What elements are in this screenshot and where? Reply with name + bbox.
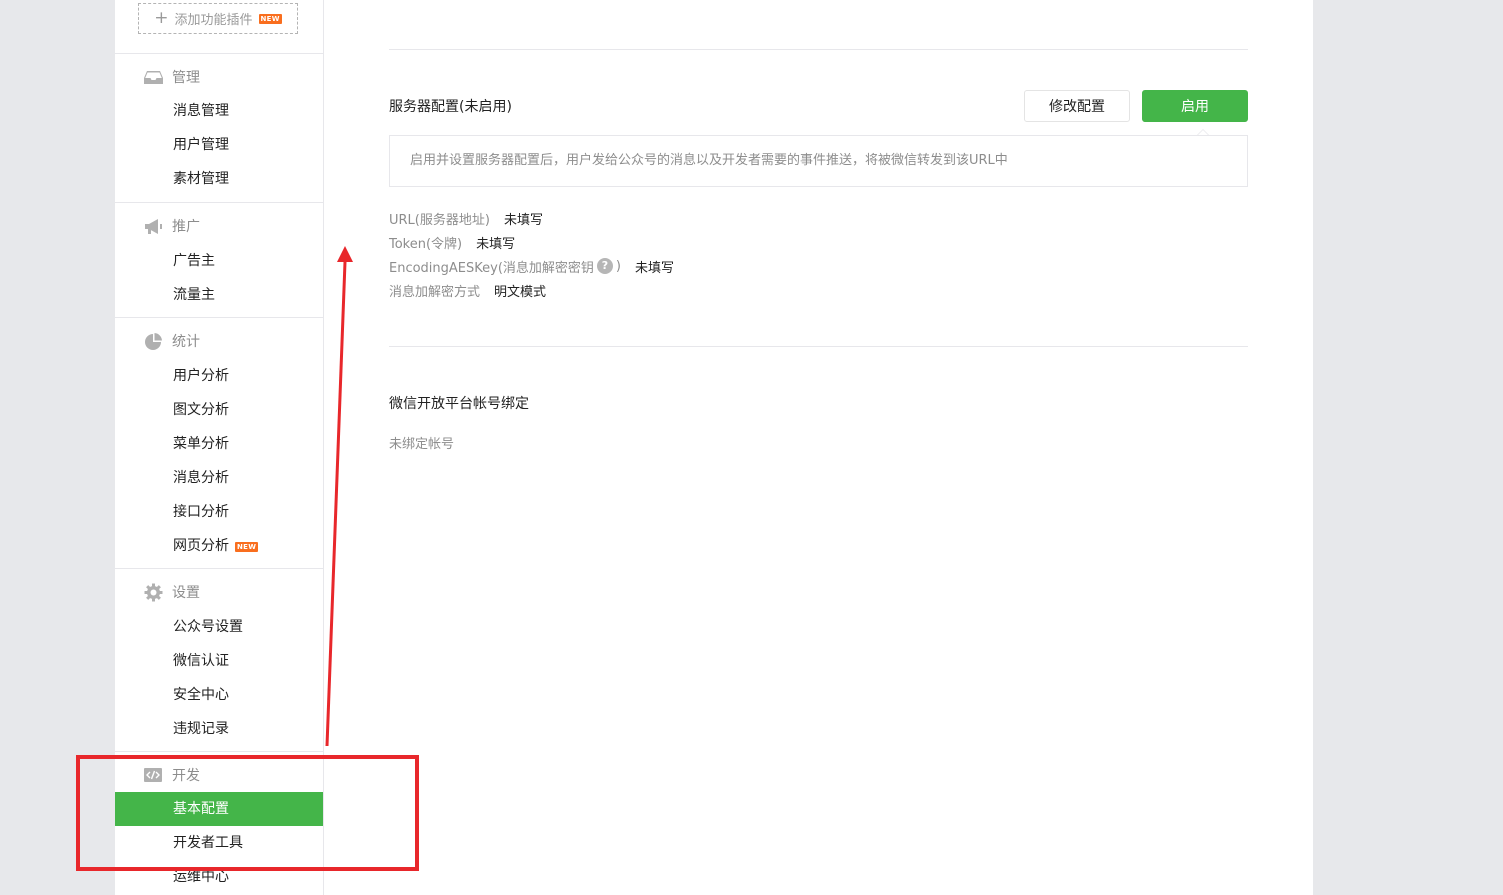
field-encoding-aes-key: EncodingAESKey(消息加解密密钥 ? ) 未填写 [389, 256, 674, 276]
sidebar-item-user-management[interactable]: 用户管理 [115, 128, 323, 162]
add-plugin-label: 添加功能插件 [174, 13, 253, 28]
nav-group-title: 设置 [172, 585, 200, 601]
server-config-tip: 启用并设置服务器配置后，用户发给公众号的消息以及开发者需要的事件推送，将被微信转… [389, 135, 1248, 187]
sidebar-item-web-analysis[interactable]: 网页分析 NEW [115, 529, 323, 563]
new-badge: NEW [258, 13, 282, 24]
sidebar-divider [115, 568, 323, 569]
sidebar-item-security-center[interactable]: 安全中心 [115, 678, 323, 712]
field-label: 消息加解密方式 [389, 284, 481, 300]
nav-group-title: 推广 [172, 219, 200, 235]
sidebar-divider [115, 317, 323, 318]
enable-button[interactable]: 启用 [1142, 90, 1248, 122]
server-config-title: 服务器配置(未启用) [389, 99, 512, 115]
nav-group-title: 管理 [172, 70, 200, 86]
sidebar-item-wechat-verification[interactable]: 微信认证 [115, 644, 323, 678]
sidebar-divider [115, 202, 323, 203]
field-encryption-mode: 消息加解密方式 明文模式 [389, 280, 546, 300]
sidebar-divider [115, 751, 323, 752]
sidebar-item-advertiser[interactable]: 广告主 [115, 244, 323, 278]
field-label-suffix: ) [615, 258, 621, 274]
field-value: 明文模式 [494, 284, 547, 300]
sidebar-item-menu-analysis[interactable]: 菜单分析 [115, 427, 323, 461]
open-platform-status: 未绑定帐号 [389, 437, 455, 452]
modify-config-button[interactable]: 修改配置 [1024, 90, 1130, 122]
section-divider [389, 49, 1248, 50]
field-token: Token(令牌) 未填写 [389, 232, 515, 252]
plus-icon: + [154, 8, 169, 28]
sidebar-divider [115, 53, 323, 54]
field-url: URL(服务器地址) 未填写 [389, 208, 543, 228]
new-badge: NEW [235, 542, 259, 552]
sidebar-item-account-settings[interactable]: 公众号设置 [115, 610, 323, 644]
sidebar-item-publisher[interactable]: 流量主 [115, 278, 323, 312]
tip-arrow [1197, 129, 1209, 135]
field-label: Token(令牌) [389, 236, 463, 252]
section-divider [389, 346, 1248, 347]
field-label: URL(服务器地址) [389, 212, 490, 228]
nav-group-promotion: 推广 [144, 216, 200, 236]
sidebar-item-message-management[interactable]: 消息管理 [115, 94, 323, 128]
field-value: 未填写 [476, 236, 516, 252]
annotation-highlight-box [76, 755, 419, 871]
pie-chart-icon [145, 332, 162, 350]
sidebar-item-user-analysis[interactable]: 用户分析 [115, 359, 323, 393]
gear-icon [144, 583, 163, 601]
sidebar-item-material-management[interactable]: 素材管理 [115, 162, 323, 196]
nav-group-manage: 管理 [144, 67, 200, 87]
sidebar-item-article-analysis[interactable]: 图文分析 [115, 393, 323, 427]
help-icon[interactable]: ? [596, 258, 613, 274]
open-platform-title: 微信开放平台帐号绑定 [389, 396, 529, 412]
sidebar-item-label: 网页分析 [173, 538, 229, 554]
nav-group-settings: 设置 [144, 582, 200, 602]
nav-group-title: 统计 [172, 334, 200, 350]
sidebar-item-message-analysis[interactable]: 消息分析 [115, 461, 323, 495]
nav-group-statistics: 统计 [144, 331, 200, 351]
sidebar-item-violation-records[interactable]: 违规记录 [115, 712, 323, 746]
sidebar-item-api-analysis[interactable]: 接口分析 [115, 495, 323, 529]
field-label: EncodingAESKey(消息加解密密钥 [389, 260, 594, 276]
field-value: 未填写 [635, 260, 675, 276]
field-value: 未填写 [503, 212, 543, 228]
megaphone-icon [145, 218, 162, 234]
add-plugin-button[interactable]: + 添加功能插件 NEW [138, 3, 298, 34]
inbox-icon [144, 70, 163, 84]
